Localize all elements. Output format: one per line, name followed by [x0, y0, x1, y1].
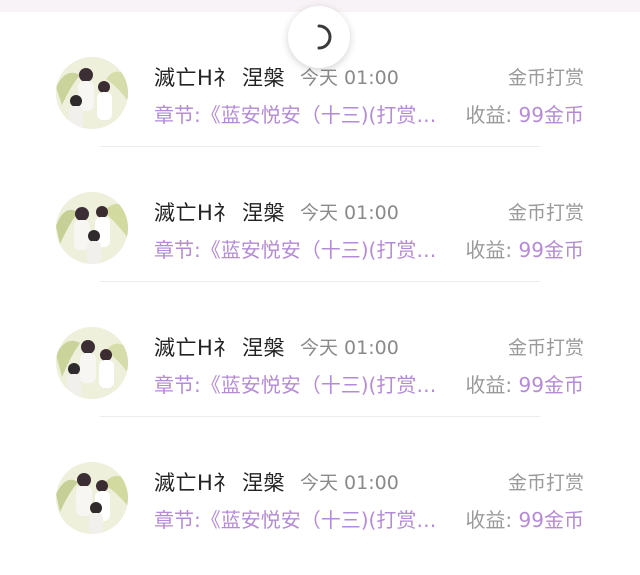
income-label: 收益: — [465, 238, 513, 262]
avatar[interactable] — [56, 462, 128, 534]
reward-record-list: 滅亡H礻 涅槃 今天 01:00 金币打赏 章节:《蓝安悦安（十三)(打赏加更)… — [0, 12, 640, 575]
record-type: 金币打赏 — [507, 472, 584, 494]
chapter-title: 章节:《蓝安悦安（十三)(打赏加更)》 — [154, 373, 446, 397]
list-item[interactable]: 滅亡H礻 涅槃 今天 01:00 金币打赏 章节:《蓝安悦安（十三)(打赏加更)… — [0, 417, 640, 552]
record-time: 今天 01:00 — [300, 337, 399, 359]
record-time: 今天 01:00 — [300, 472, 399, 494]
avatar[interactable] — [56, 57, 128, 129]
record-time: 今天 01:00 — [300, 202, 399, 224]
record-type: 金币打赏 — [507, 67, 584, 89]
user-name: 滅亡H礻 涅槃 — [154, 336, 285, 360]
income: 收益: 99金币 — [465, 504, 584, 533]
income-label: 收益: — [465, 508, 513, 532]
user-name: 滅亡H礻 涅槃 — [154, 201, 285, 225]
avatar[interactable] — [56, 327, 128, 399]
user-name: 滅亡H礻 涅槃 — [154, 471, 285, 495]
income-label: 收益: — [465, 103, 513, 127]
chapter-title: 章节:《蓝安悦安（十三)(打赏加更)》 — [154, 508, 446, 532]
user-name: 滅亡H礻 涅槃 — [154, 66, 285, 90]
income-label: 收益: — [465, 373, 513, 397]
income-value: 99金币 — [518, 238, 584, 262]
record-type: 金币打赏 — [507, 337, 584, 359]
income: 收益: 99金币 — [465, 369, 584, 398]
income: 收益: 99金币 — [465, 99, 584, 128]
income-value: 99金币 — [518, 103, 584, 127]
income-value: 99金币 — [518, 508, 584, 532]
record-type: 金币打赏 — [507, 202, 584, 224]
list-item[interactable]: 滅亡H礻 涅槃 今天 01:00 金币打赏 章节:《蓝安悦安（十三)(打赏加更)… — [0, 147, 640, 282]
chapter-title: 章节:《蓝安悦安（十三)(打赏加更)》 — [154, 238, 446, 262]
chapter-title: 章节:《蓝安悦安（十三)(打赏加更)》 — [154, 103, 446, 127]
income-value: 99金币 — [518, 373, 584, 397]
loading-spinner-icon — [288, 6, 350, 68]
income: 收益: 99金币 — [465, 234, 584, 263]
list-item[interactable]: 滅亡H礻 涅槃 今天 01:00 金币打赏 章节:《蓝安悦安（十三)(打赏加更)… — [0, 282, 640, 417]
avatar[interactable] — [56, 192, 128, 264]
